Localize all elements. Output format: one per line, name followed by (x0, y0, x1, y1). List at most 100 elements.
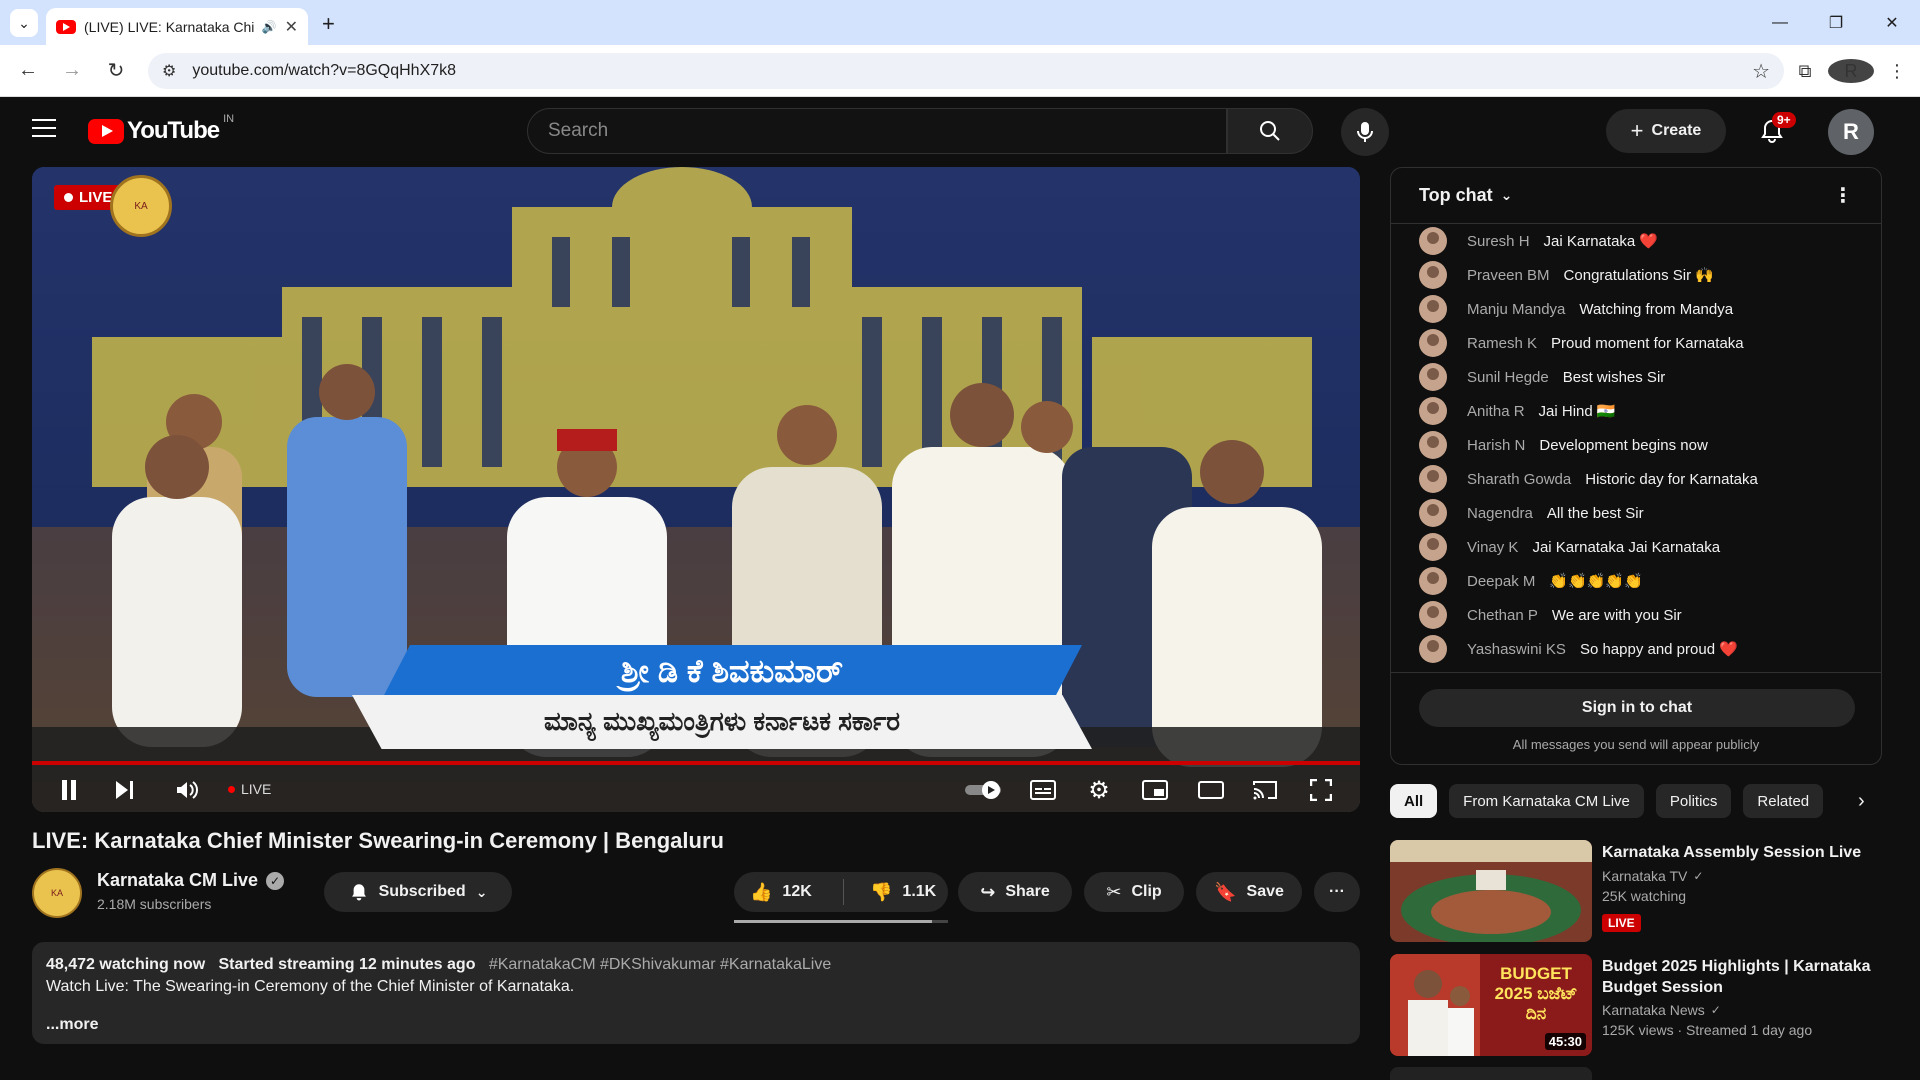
chat-author[interactable]: Anitha R (1467, 403, 1525, 420)
chat-author[interactable]: Sunil Hegde (1467, 369, 1549, 386)
search-button[interactable] (1227, 108, 1313, 154)
next-button[interactable] (110, 777, 140, 803)
youtube-favicon-icon (56, 19, 76, 34)
dislike-button[interactable]: 👎 1.1K (854, 882, 936, 903)
karnataka-seal-logo: KA (110, 175, 172, 237)
next-recommendation-thumbnail[interactable] (1390, 1067, 1592, 1080)
browser-tab[interactable]: (LIVE) LIVE: Karnataka Chief Minister Sw… (46, 8, 308, 45)
reload-icon[interactable]: ↻ (94, 58, 138, 83)
chat-message: Deepak M 👏👏👏👏👏 (1391, 564, 1881, 598)
chat-author[interactable]: Suresh H (1467, 233, 1530, 250)
chevron-right-icon[interactable]: › (1858, 790, 1865, 813)
pause-button[interactable] (54, 777, 84, 803)
chat-author[interactable]: Yashaswini KS (1467, 641, 1566, 658)
chevron-down-icon: ⌄ (475, 883, 488, 900)
recommended-channel[interactable]: Karnataka News ✓ (1602, 1002, 1721, 1018)
channel-avatar[interactable]: KA (32, 868, 82, 918)
account-avatar[interactable]: R (1828, 109, 1874, 155)
chat-author[interactable]: Nagendra (1467, 505, 1533, 522)
tab-search-button[interactable]: ⌄ (10, 9, 38, 37)
chat-message: Chethan P We are with you Sir (1391, 598, 1881, 632)
bookmark-star-icon[interactable]: ☆ (1752, 59, 1770, 84)
thumbs-down-icon: 👎 (870, 881, 893, 902)
chat-author[interactable]: Harish N (1467, 437, 1525, 454)
show-more-link[interactable]: ...more (46, 1014, 1346, 1036)
progress-bar[interactable] (32, 761, 1360, 765)
video-thumbnail[interactable] (1390, 840, 1592, 942)
browser-menu-icon[interactable]: ⋮ (1874, 61, 1920, 82)
country-code: IN (223, 113, 235, 125)
close-tab-icon[interactable]: ✕ (285, 17, 298, 37)
back-icon[interactable]: ← (6, 59, 50, 82)
chat-author[interactable]: Ramesh K (1467, 335, 1537, 352)
chat-message-list: Suresh H Jai Karnataka ❤️ Praveen BM Congr… (1391, 224, 1881, 666)
chat-mode-dropdown[interactable]: Top chat ⌄ (1419, 185, 1512, 206)
verified-check-icon: ✓ (1710, 1003, 1721, 1017)
chip-politics[interactable]: Politics (1655, 784, 1732, 818)
live-indicator[interactable]: LIVE (228, 781, 271, 797)
more-vertical-icon[interactable]: ⋮ (1833, 183, 1853, 208)
fullscreen-button[interactable] (1306, 777, 1336, 803)
chat-author[interactable]: Chethan P (1467, 607, 1538, 624)
extensions-icon[interactable]: ⧉ (1782, 61, 1828, 82)
video-duration: 45:30 (1544, 1033, 1586, 1050)
audio-icon[interactable]: 🔊 (262, 20, 277, 34)
new-tab-button[interactable]: + (322, 11, 335, 37)
close-window-icon[interactable]: ✕ (1864, 13, 1920, 33)
more-actions-button[interactable]: ··· (1314, 872, 1360, 912)
volume-button[interactable] (172, 777, 202, 803)
save-button[interactable]: 🔖 Save (1196, 872, 1302, 912)
settings-button[interactable]: ⚙ (1084, 777, 1114, 804)
recommended-video-title[interactable]: Budget 2025 Highlights | Karnataka Budge… (1602, 956, 1882, 998)
chat-message: Ramesh K Proud moment for Karnataka (1391, 326, 1881, 360)
verified-check-icon: ✓ (266, 871, 285, 890)
autoplay-toggle[interactable] (962, 777, 1006, 803)
description-box[interactable]: 48,472 watching now Started streaming 12… (32, 942, 1360, 1044)
chat-avatar (1419, 465, 1447, 493)
chat-text: Jai Karnataka Jai Karnataka (1532, 538, 1721, 556)
menu-icon[interactable] (32, 119, 56, 137)
url-input[interactable]: ⚙ youtube.com/watch?v=8GQqHhX7k8 ☆ (148, 53, 1784, 89)
video-player[interactable]: LIVE KA ಶ್ರೀ ಡಿ ಕೆ ಶಿವಕುಮಾರ್ ಮಾನ್ಯ ಮುಖ್ಯ… (32, 167, 1360, 812)
minimize-icon[interactable]: — (1752, 14, 1808, 32)
youtube-logo-icon (88, 118, 124, 144)
chat-message: Harish N Development begins now (1391, 428, 1881, 462)
chat-author[interactable]: Deepak M (1467, 573, 1535, 590)
forward-icon[interactable]: → (50, 59, 94, 82)
share-button[interactable]: ↪ Share (958, 872, 1072, 912)
profile-button[interactable]: R (1828, 59, 1874, 83)
clip-button[interactable]: ✂ Clip (1084, 872, 1184, 912)
recommended-video-title[interactable]: Karnataka Assembly Session Live (1602, 842, 1882, 863)
description-meta-line: 48,472 watching now Started streaming 12… (46, 954, 1346, 976)
miniplayer-button[interactable] (1140, 777, 1170, 803)
chat-author[interactable]: Sharath Gowda (1467, 471, 1571, 488)
chip-related[interactable]: Related (1743, 784, 1824, 818)
recommended-channel[interactable]: Karnataka TV ✓ (1602, 868, 1703, 884)
like-button[interactable]: 👍 12K (734, 879, 844, 905)
create-button[interactable]: + Create (1606, 109, 1726, 153)
site-info-icon[interactable]: ⚙ (162, 61, 176, 81)
video-thumbnail[interactable]: BUDGET 2025 ಬಜೆಟ್ ದಿನ 45:30 (1390, 954, 1592, 1056)
restore-icon[interactable]: ❐ (1808, 13, 1864, 33)
recommended-video[interactable]: BUDGET 2025 ಬಜೆಟ್ ದಿನ 45:30 Budget 2025 … (1390, 954, 1882, 1056)
theater-mode-button[interactable] (1196, 777, 1226, 803)
cast-button[interactable] (1250, 777, 1280, 803)
search-input[interactable]: Search (527, 108, 1227, 154)
chat-author[interactable]: Praveen BM (1467, 267, 1550, 284)
sign-in-to-chat-button[interactable]: Sign in to chat (1419, 689, 1855, 727)
recommended-channel-name: Karnataka News (1602, 1002, 1705, 1018)
subtitles-button[interactable] (1028, 777, 1058, 803)
chip-all[interactable]: All (1390, 784, 1438, 818)
chip-from-channel[interactable]: From Karnataka CM Live (1449, 784, 1644, 818)
chat-avatar (1419, 431, 1447, 459)
hashtags[interactable]: #KarnatakaCM #DKShivakumar #KarnatakaLiv… (489, 956, 831, 973)
channel-name-link[interactable]: Karnataka CM Live ✓ (97, 870, 285, 891)
chat-avatar (1419, 601, 1447, 629)
chat-avatar (1419, 363, 1447, 391)
voice-search-button[interactable] (1341, 108, 1389, 156)
recommended-video[interactable]: Karnataka Assembly Session Live Karnatak… (1390, 840, 1882, 942)
youtube-logo[interactable]: YouTube IN (88, 113, 234, 145)
chat-author[interactable]: Manju Mandya (1467, 301, 1565, 318)
chat-author[interactable]: Vinay K (1467, 539, 1518, 556)
subscribed-button[interactable]: Subscribed ⌄ (324, 872, 512, 912)
